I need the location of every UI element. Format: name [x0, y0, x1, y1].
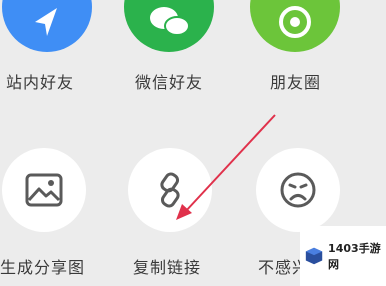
wechat-friends-button[interactable]	[124, 0, 214, 52]
wechat-friends-label: 微信好友	[135, 73, 204, 92]
moments-label: 朋友圈	[270, 73, 322, 92]
generate-share-image-label: 生成分享图	[0, 258, 86, 277]
paper-plane-icon	[35, 8, 57, 36]
image-icon	[25, 173, 63, 207]
copy-link-button[interactable]	[128, 148, 212, 232]
sad-face-icon	[280, 172, 316, 208]
generate-share-image-button[interactable]	[2, 148, 86, 232]
site-friends-label: 站内好友	[6, 73, 75, 92]
site-friends-button[interactable]	[2, 0, 92, 52]
link-icon	[160, 172, 180, 208]
copy-link-label: 复制链接	[133, 258, 202, 277]
cube-logo-icon	[305, 247, 323, 265]
watermark-text: 1403手游网	[328, 242, 381, 271]
watermark: 1403手游网	[300, 226, 386, 286]
camera-shutter-icon	[279, 6, 311, 38]
not-interested-button[interactable]	[256, 148, 340, 232]
moments-button[interactable]	[250, 0, 340, 52]
wechat-icon	[150, 7, 190, 36]
